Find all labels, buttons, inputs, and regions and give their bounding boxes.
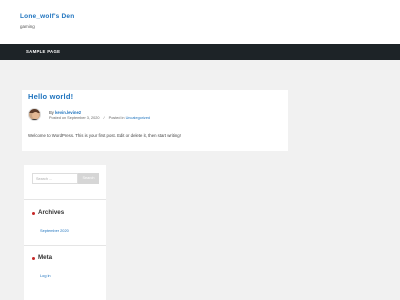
author-avatar bbox=[28, 108, 41, 121]
post-title[interactable]: Hello world! bbox=[28, 92, 73, 101]
post-meta: Posted on September 3, 2020 / Posted in … bbox=[49, 116, 150, 120]
sidebar: Search ... Search Archives September 202… bbox=[24, 165, 106, 300]
by-prefix: By bbox=[49, 110, 54, 115]
archive-link[interactable]: September 2020 bbox=[40, 228, 69, 233]
archives-title: Archives bbox=[38, 209, 65, 216]
login-link[interactable]: Log in bbox=[40, 273, 51, 278]
post-date[interactable]: September 3, 2020 bbox=[67, 116, 99, 120]
author-link[interactable]: kevin.levine2 bbox=[55, 110, 81, 115]
widget-divider bbox=[24, 199, 106, 200]
posted-on-prefix: Posted on bbox=[49, 116, 67, 120]
site-header: Lone_wolf's Den gaming bbox=[0, 0, 400, 44]
post-card: Hello world! By kevin.levine2 Posted on … bbox=[22, 90, 288, 151]
post-excerpt: Welcome to WordPress. This is your first… bbox=[28, 133, 181, 138]
meta-bullet-icon bbox=[32, 257, 35, 260]
widget-divider bbox=[24, 245, 106, 246]
post-byline: By kevin.levine2 bbox=[49, 110, 81, 115]
meta-separator: / bbox=[103, 116, 105, 120]
nav-item-sample-page[interactable]: SAMPLE PAGE bbox=[26, 49, 60, 54]
main-navigation: SAMPLE PAGE bbox=[0, 44, 400, 60]
archives-bullet-icon bbox=[32, 212, 35, 215]
search-button[interactable]: Search bbox=[78, 173, 99, 184]
posted-in-prefix: Posted in bbox=[108, 116, 125, 120]
site-title[interactable]: Lone_wolf's Den bbox=[20, 13, 74, 20]
site-description: gaming bbox=[20, 24, 35, 29]
meta-title: Meta bbox=[38, 254, 53, 261]
category-link[interactable]: Uncategorized bbox=[126, 116, 150, 120]
search-input[interactable]: Search ... bbox=[32, 173, 78, 184]
